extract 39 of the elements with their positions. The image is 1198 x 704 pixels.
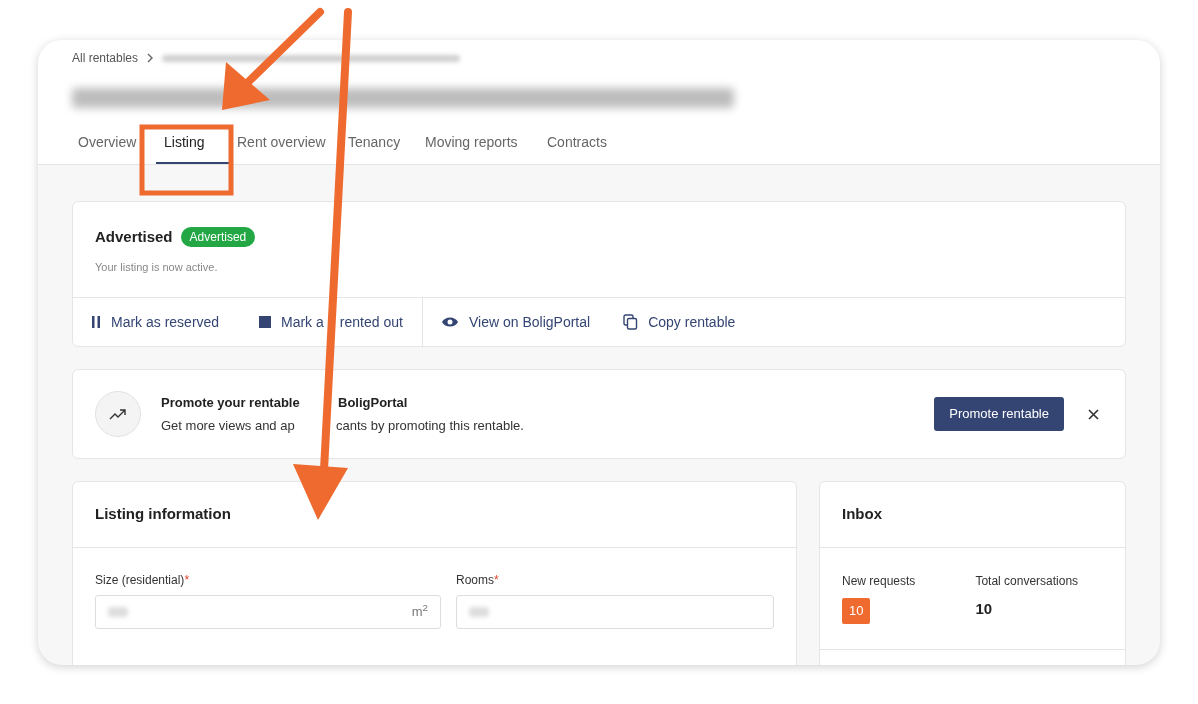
count-badge: 10	[842, 598, 871, 624]
promo-text: cants by promoting this rentable.	[336, 416, 524, 435]
card-heading: Listing information	[95, 504, 231, 525]
unit-label: m$^{2}$	[411, 602, 428, 622]
trend-icon	[95, 391, 141, 437]
tab[interactable]: Rent overview	[229, 122, 340, 164]
copy-icon	[623, 314, 639, 330]
stat-label: New requests	[842, 573, 916, 590]
pause-icon	[91, 316, 101, 328]
tab[interactable]: Tenancy	[340, 122, 417, 164]
tab[interactable]: Overview	[70, 122, 156, 164]
chevron-right-icon	[146, 53, 155, 63]
status-badge: Advertised	[180, 227, 256, 248]
action-link[interactable]: Mark as reserved	[73, 298, 241, 346]
promo-heading: Promote your rentable	[161, 394, 301, 412]
eye-icon	[441, 316, 459, 328]
breadcrumb-link[interactable]: All rentables	[72, 49, 139, 67]
action-link[interactable]: View on BoligPortal	[422, 298, 606, 346]
tab[interactable]: Listing	[156, 122, 229, 164]
tab[interactable]: Contracts	[539, 122, 607, 164]
status-note: Your listing is now active.	[95, 259, 219, 275]
promo-text: Get more views and ap	[161, 416, 296, 435]
promote-button[interactable]: Promote rentable	[934, 397, 1064, 431]
action-link[interactable]: Copy rentable	[605, 298, 751, 346]
tab[interactable]: Moving reports	[417, 122, 539, 164]
input-field[interactable]	[456, 595, 774, 629]
stat-value: 10	[975, 599, 993, 619]
required-mark: *	[184, 572, 190, 589]
stat-label: Total conversations	[975, 573, 1079, 590]
close-icon[interactable]	[1088, 408, 1099, 420]
promo-heading: BoligPortal	[338, 394, 408, 412]
card-heading: Inbox	[842, 504, 882, 525]
field-label: Size (residential)	[95, 572, 185, 589]
field-label: Rooms	[456, 572, 494, 589]
square-icon	[259, 316, 271, 328]
input-field[interactable]: m$^{2}$	[95, 595, 441, 629]
status-heading: Advertised	[95, 227, 173, 247]
required-mark: *	[494, 572, 499, 589]
action-link[interactable]: Mark a rented out	[241, 298, 422, 346]
